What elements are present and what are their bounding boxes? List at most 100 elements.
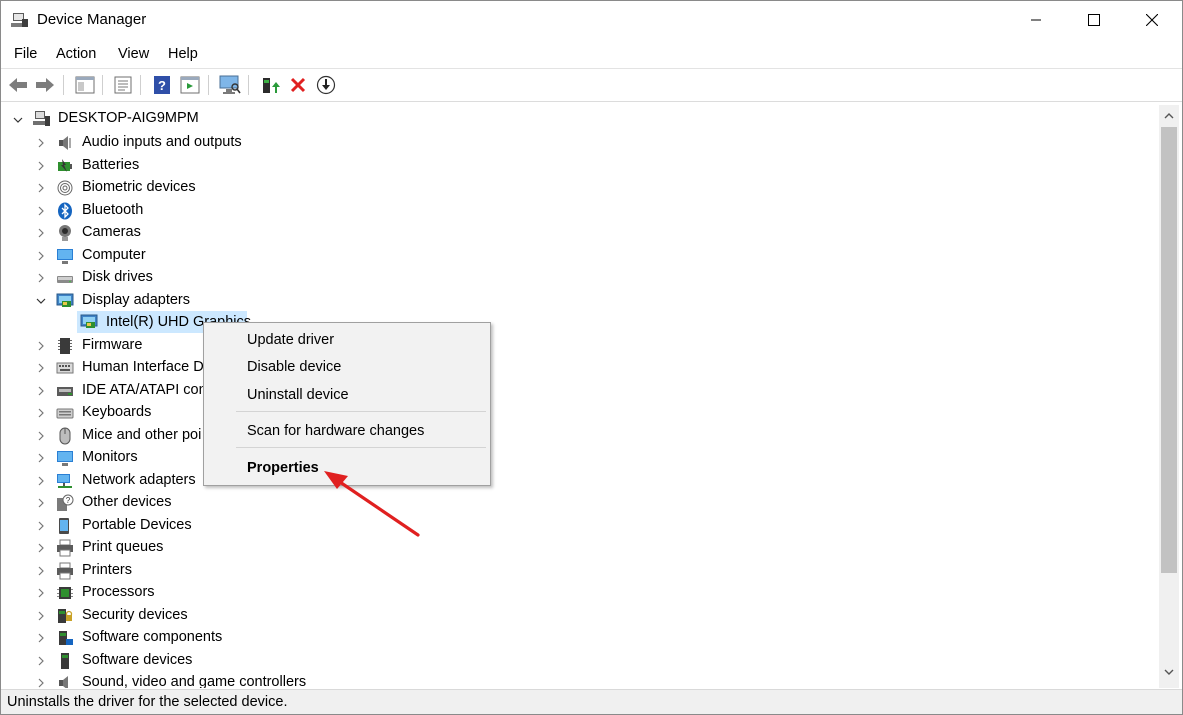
category-label[interactable]: Print queues [82, 539, 163, 555]
expand-chevron[interactable] [35, 452, 47, 464]
scan-hardware-icon [219, 75, 241, 94]
scroll-down-icon[interactable] [1164, 667, 1174, 677]
back-icon [9, 78, 27, 92]
expand-chevron[interactable] [35, 362, 47, 374]
category-label[interactable]: Sound, video and game controllers [82, 674, 306, 688]
expand-chevron[interactable] [35, 655, 47, 667]
category-label[interactable]: Keyboards [82, 404, 151, 420]
expand-chevron[interactable] [35, 497, 47, 509]
enable-device-icon [316, 75, 336, 95]
menu-action[interactable]: Action [56, 46, 96, 62]
maximize-button[interactable] [1065, 1, 1123, 39]
tree-root-label[interactable]: DESKTOP-AIG9MPM [58, 110, 199, 126]
expand-chevron[interactable] [35, 610, 47, 622]
chevron-right-icon [38, 251, 44, 260]
menu-help[interactable]: Help [168, 46, 198, 62]
vertical-scrollbar[interactable] [1159, 105, 1179, 688]
category-label[interactable]: Batteries [82, 157, 139, 173]
expand-chevron-root[interactable] [12, 114, 24, 126]
category-label[interactable]: Firmware [82, 337, 142, 353]
menu-view[interactable]: View [118, 46, 149, 62]
expand-chevron[interactable] [35, 542, 47, 554]
menu-item-disable-device[interactable]: Disable device [247, 359, 341, 375]
category-label[interactable]: Portable Devices [82, 517, 192, 533]
category-label[interactable]: Monitors [82, 449, 138, 465]
hid-icon [56, 362, 74, 374]
chevron-right-icon [38, 206, 44, 215]
expand-chevron[interactable] [35, 182, 47, 194]
category-label[interactable]: Software components [82, 629, 222, 645]
category-label[interactable]: Printers [82, 562, 132, 578]
update-driver-icon [263, 78, 280, 93]
category-label[interactable]: Computer [82, 247, 146, 263]
expand-chevron[interactable] [35, 205, 47, 217]
uninstall-device-button[interactable] [287, 74, 309, 96]
chevron-right-icon [38, 183, 44, 193]
scan-hardware-button[interactable] [219, 74, 241, 96]
maximize-icon [1088, 14, 1100, 26]
camera-icon [59, 225, 71, 241]
category-label[interactable]: Mice and other poi [82, 427, 201, 443]
chevron-right-icon [38, 476, 44, 485]
minimize-button[interactable] [1007, 1, 1065, 39]
update-driver-button[interactable] [259, 74, 281, 96]
expand-chevron[interactable] [35, 227, 47, 239]
forward-button[interactable] [34, 74, 56, 96]
expand-chevron[interactable] [35, 272, 47, 284]
back-button[interactable] [7, 74, 29, 96]
computer-root-icon [33, 111, 50, 126]
expand-chevron[interactable] [35, 632, 47, 644]
properties-button[interactable] [112, 74, 134, 96]
menu-item-update-driver[interactable]: Update driver [247, 332, 334, 348]
menu-file[interactable]: File [14, 46, 37, 62]
menu-item-properties[interactable]: Properties [247, 460, 319, 476]
expand-chevron[interactable] [35, 677, 47, 688]
show-hide-console-tree-icon [75, 76, 95, 94]
security-device-icon [58, 608, 73, 623]
action-pane-button[interactable] [179, 74, 201, 96]
expand-chevron[interactable] [35, 430, 47, 442]
mouse-icon [59, 427, 71, 444]
category-label[interactable]: Audio inputs and outputs [82, 134, 242, 150]
bluetooth-icon [58, 202, 72, 219]
category-label[interactable]: Network adapters [82, 472, 196, 488]
category-label[interactable]: Cameras [82, 224, 141, 240]
printer-icon [57, 562, 73, 579]
expand-chevron[interactable] [35, 160, 47, 172]
expand-chevron[interactable] [35, 520, 47, 532]
console-tree-button[interactable] [74, 74, 96, 96]
help-button[interactable]: ? [151, 74, 173, 96]
expand-chevron[interactable] [35, 587, 47, 599]
close-button[interactable] [1123, 1, 1181, 39]
category-label[interactable]: Biometric devices [82, 179, 196, 195]
expand-chevron[interactable] [35, 295, 47, 307]
category-label[interactable]: Disk drives [82, 269, 153, 285]
menu-item-uninstall-device[interactable]: Uninstall device [247, 387, 349, 403]
scroll-up-icon[interactable] [1164, 111, 1174, 121]
expand-chevron[interactable] [35, 250, 47, 262]
toolbar-separator [63, 75, 64, 95]
menu-item-scan-hardware[interactable]: Scan for hardware changes [247, 423, 424, 439]
enable-device-button[interactable] [315, 74, 337, 96]
category-label[interactable]: Human Interface D [82, 359, 204, 375]
expand-chevron[interactable] [35, 340, 47, 352]
category-label[interactable]: Processors [82, 584, 155, 600]
expand-chevron[interactable] [35, 385, 47, 397]
chevron-right-icon [38, 386, 44, 395]
category-label[interactable]: Security devices [82, 607, 188, 623]
display-adapter-icon [56, 293, 74, 307]
expand-chevron[interactable] [35, 475, 47, 487]
category-label[interactable]: IDE ATA/ATAPI contr [82, 382, 216, 398]
network-adapter-icon [57, 473, 72, 488]
category-label[interactable]: Bluetooth [82, 202, 143, 218]
category-label[interactable]: Other devices [82, 494, 171, 510]
battery-icon [58, 158, 72, 172]
scrollbar-thumb[interactable] [1161, 127, 1177, 573]
expand-chevron[interactable] [35, 565, 47, 577]
expand-chevron[interactable] [35, 407, 47, 419]
expand-chevron[interactable] [35, 137, 47, 149]
category-label[interactable]: Display adapters [82, 292, 190, 308]
svg-text:?: ? [158, 78, 166, 93]
chevron-right-icon [38, 611, 44, 620]
category-label[interactable]: Software devices [82, 652, 192, 668]
